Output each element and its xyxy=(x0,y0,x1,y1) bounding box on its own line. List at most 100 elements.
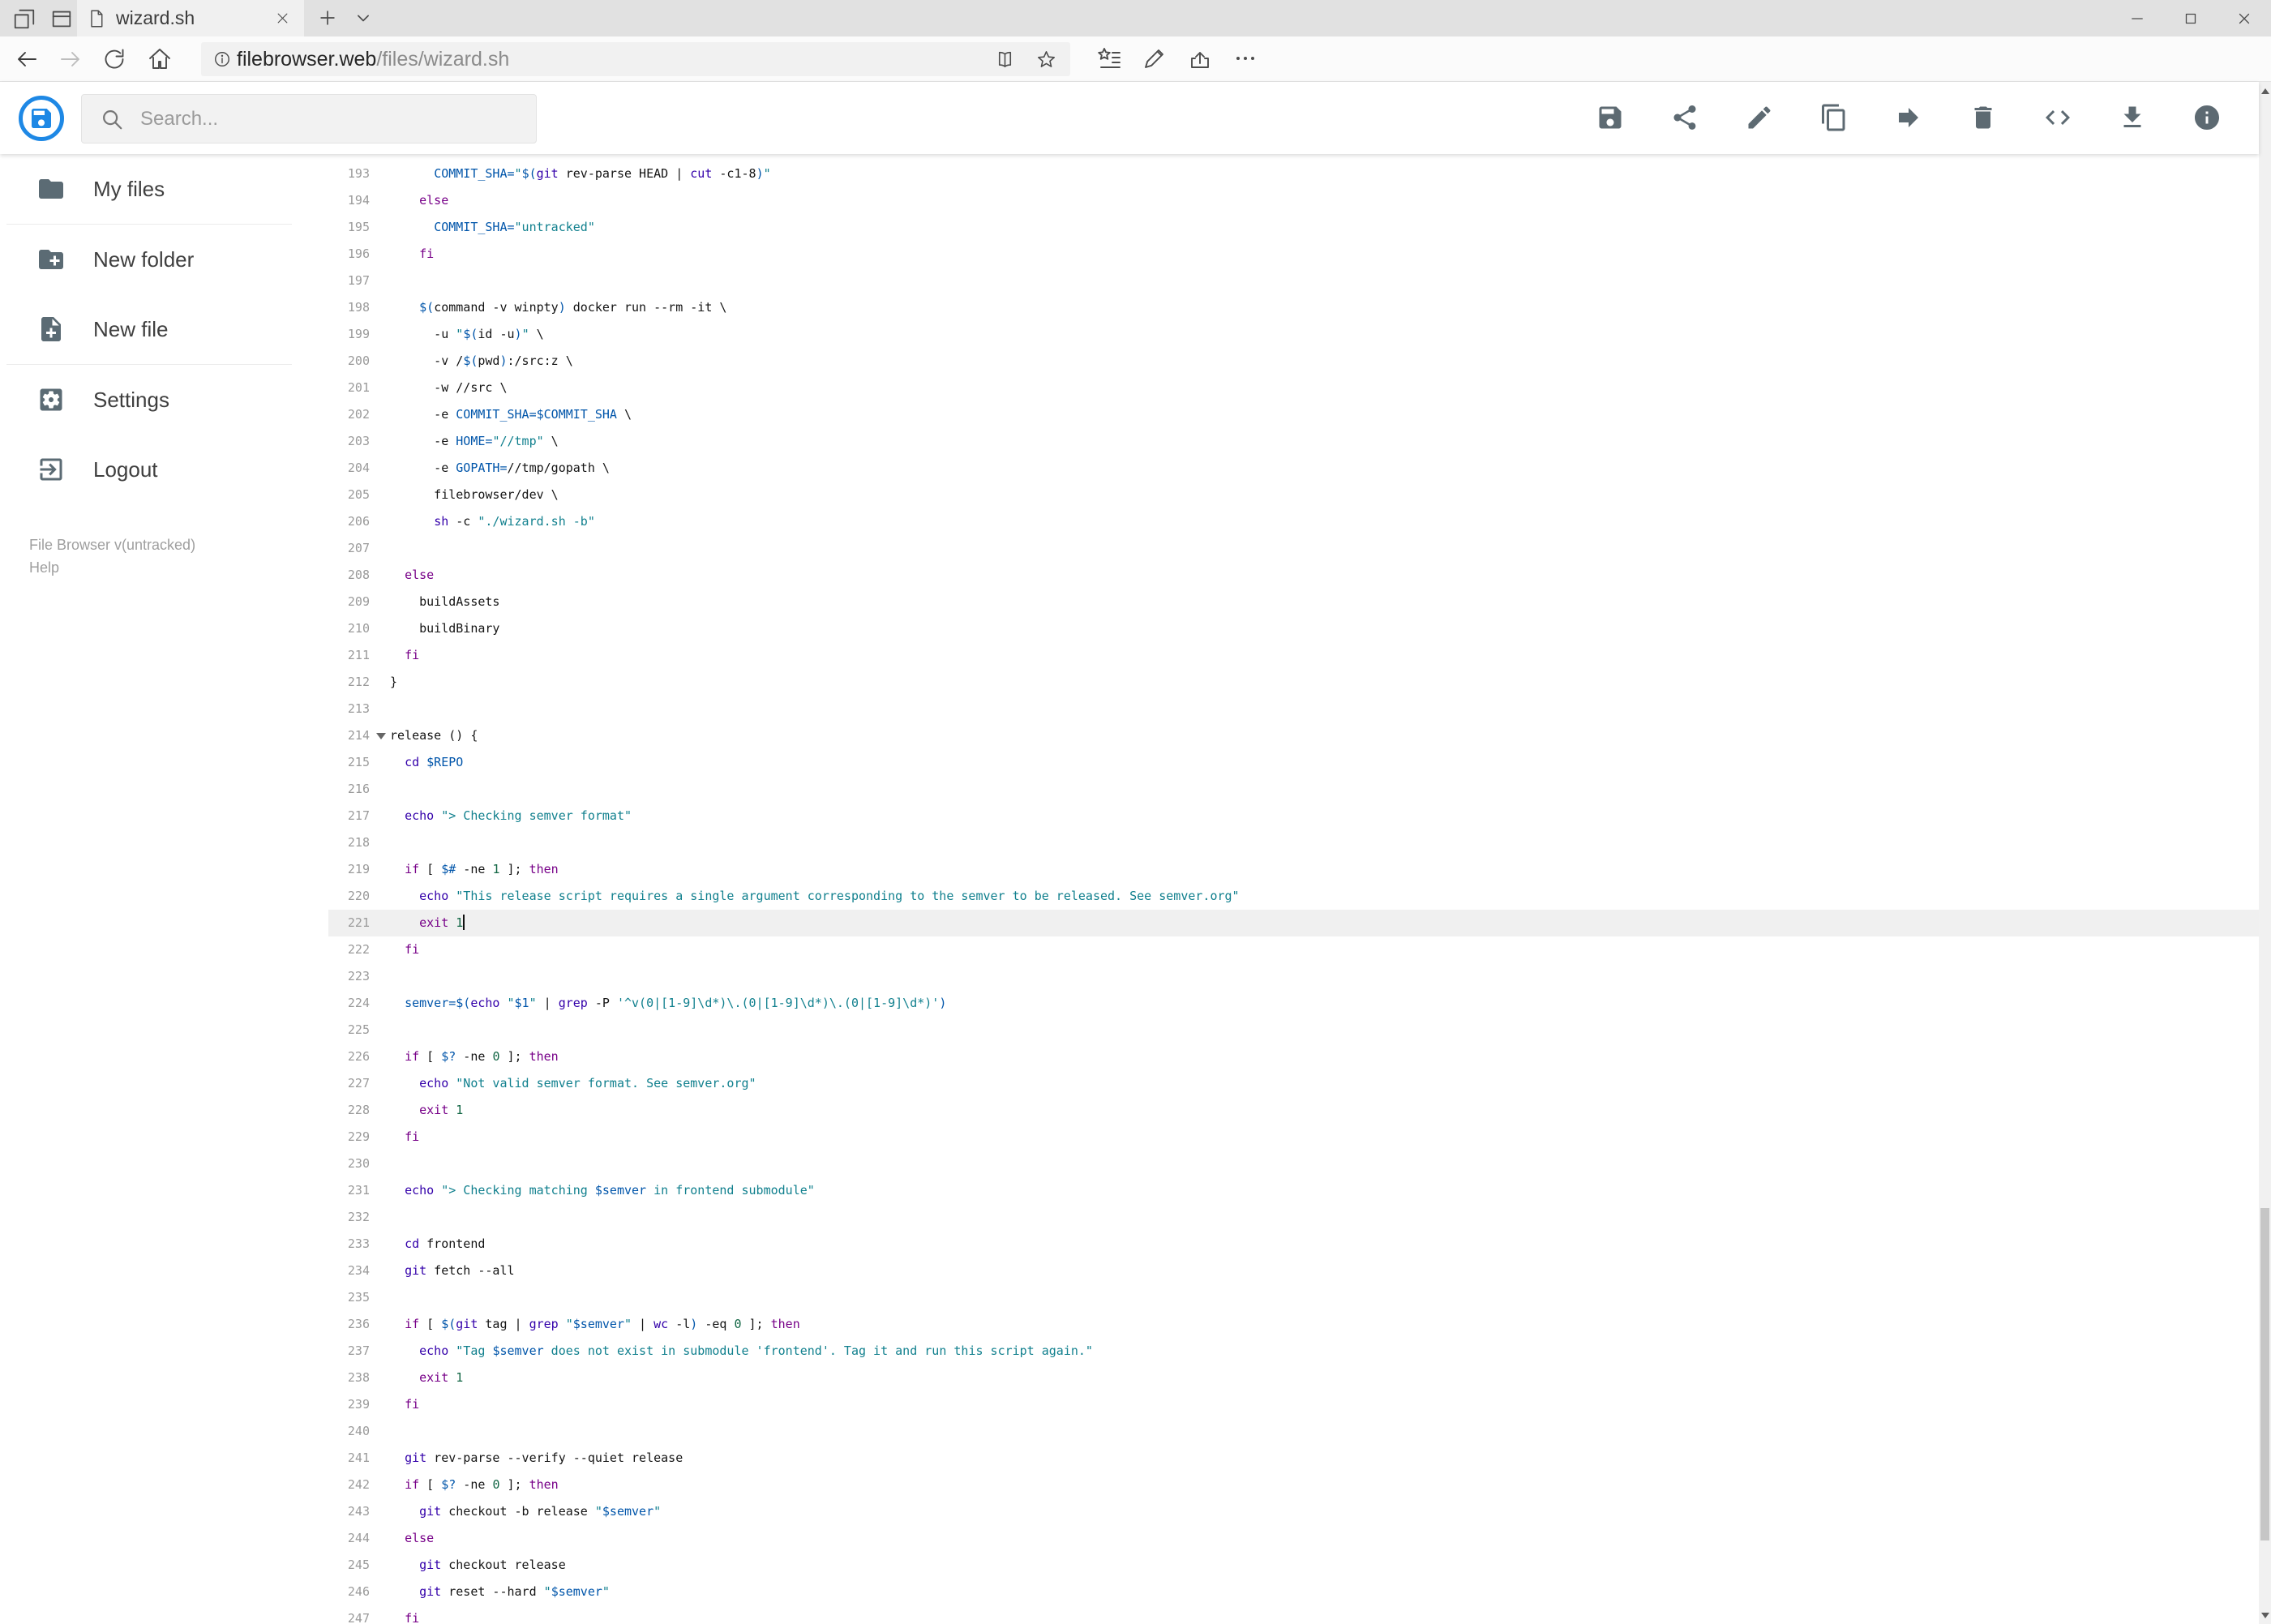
code-line[interactable]: 215 cd $REPO xyxy=(328,749,2259,776)
code-line[interactable]: 230 xyxy=(328,1151,2259,1177)
sidebar-item-my-files[interactable]: My files xyxy=(0,154,328,224)
sidebar-item-new-folder[interactable]: New folder xyxy=(0,225,328,294)
code-line[interactable]: 247 fi xyxy=(328,1605,2259,1624)
code-line[interactable]: 212} xyxy=(328,669,2259,696)
code-line[interactable]: 234 git fetch --all xyxy=(328,1258,2259,1284)
code-line[interactable]: 213 xyxy=(328,696,2259,722)
code-line[interactable]: 197 xyxy=(328,268,2259,294)
scrollbar-thumb[interactable] xyxy=(2260,1208,2269,1540)
code-line[interactable]: 208 else xyxy=(328,562,2259,589)
code-line[interactable]: 225 xyxy=(328,1017,2259,1043)
code-line[interactable]: 245 git checkout release xyxy=(328,1552,2259,1579)
filebrowser-logo[interactable] xyxy=(19,96,64,141)
forward-button[interactable] xyxy=(57,45,84,73)
minimize-button[interactable] xyxy=(2110,0,2164,36)
code-line[interactable]: 236 if [ $(git tag | grep "$semver" | wc… xyxy=(328,1311,2259,1338)
code-line[interactable]: 240 xyxy=(328,1418,2259,1445)
code-line[interactable]: 192 if [ -d ".git" ]; then xyxy=(328,154,2259,161)
code-line[interactable]: 211 fi xyxy=(328,642,2259,669)
move-button[interactable] xyxy=(1891,100,1926,135)
reading-view-icon[interactable] xyxy=(994,49,1016,71)
fold-arrow-icon[interactable] xyxy=(376,733,386,739)
code-line[interactable]: 228 exit 1 xyxy=(328,1097,2259,1124)
favorite-star-icon[interactable] xyxy=(1035,49,1057,71)
code-line[interactable]: 238 exit 1 xyxy=(328,1365,2259,1391)
code-line[interactable]: 239 fi xyxy=(328,1391,2259,1418)
tabs-set-aside-button[interactable] xyxy=(11,6,37,32)
help-link[interactable]: Help xyxy=(29,556,195,579)
code-line[interactable]: 231 echo "> Checking matching $semver in… xyxy=(328,1177,2259,1204)
code-line[interactable]: 203 -e HOME="//tmp" \ xyxy=(328,428,2259,455)
more-icon[interactable] xyxy=(1232,45,1258,71)
copy-button[interactable] xyxy=(1816,100,1852,135)
home-button[interactable] xyxy=(146,45,174,73)
back-button[interactable] xyxy=(13,45,41,73)
code-line[interactable]: 206 sh -c "./wizard.sh -b" xyxy=(328,508,2259,535)
share-button[interactable] xyxy=(1667,100,1703,135)
code-line[interactable]: 219 if [ $# -ne 1 ]; then xyxy=(328,856,2259,883)
download-button[interactable] xyxy=(2115,100,2150,135)
code-line[interactable]: 205 filebrowser/dev \ xyxy=(328,482,2259,508)
tab-preview-toggle-button[interactable] xyxy=(350,5,376,31)
maximize-button[interactable] xyxy=(2164,0,2217,36)
code-line[interactable]: 241 git rev-parse --verify --quiet relea… xyxy=(328,1445,2259,1472)
code-line[interactable]: 232 xyxy=(328,1204,2259,1231)
search-bar[interactable] xyxy=(81,94,537,144)
sidebar-item-new-file[interactable]: New file xyxy=(0,294,328,364)
code-view-button[interactable] xyxy=(2040,100,2076,135)
code-line[interactable]: 224 semver=$(echo "$1" | grep -P '^v(0|[… xyxy=(328,990,2259,1017)
vertical-scrollbar[interactable] xyxy=(2259,82,2271,1624)
code-line[interactable]: 194 else xyxy=(328,187,2259,214)
code-line[interactable]: 217 echo "> Checking semver format" xyxy=(328,803,2259,829)
code-line[interactable]: 214 release () { xyxy=(328,722,2259,749)
browser-tab[interactable]: wizard.sh xyxy=(77,0,304,36)
code-line[interactable]: 218 xyxy=(328,829,2259,856)
code-line[interactable]: 195 COMMIT_SHA="untracked" xyxy=(328,214,2259,241)
save-button[interactable] xyxy=(1592,100,1628,135)
code-editor[interactable]: 192 if [ -d ".git" ]; then193 COMMIT_SHA… xyxy=(328,154,2259,1624)
code-line[interactable]: 210 buildBinary xyxy=(328,615,2259,642)
web-note-icon[interactable] xyxy=(1142,45,1168,71)
code-line[interactable]: 222 fi xyxy=(328,936,2259,963)
code-line[interactable]: 199 -u "$(id -u)" \ xyxy=(328,321,2259,348)
search-input[interactable] xyxy=(139,106,515,131)
share-icon[interactable] xyxy=(1187,45,1213,71)
code-line[interactable]: 220 echo "This release script requires a… xyxy=(328,883,2259,910)
code-line[interactable]: 200 -v /$(pwd):/src:z \ xyxy=(328,348,2259,375)
code-line[interactable]: 246 git reset --hard "$semver" xyxy=(328,1579,2259,1605)
code-line[interactable]: 243 git checkout -b release "$semver" xyxy=(328,1498,2259,1525)
code-line[interactable]: 204 -e GOPATH=//tmp/gopath \ xyxy=(328,455,2259,482)
sidebar-item-settings[interactable]: Settings xyxy=(0,365,328,435)
code-line[interactable]: 193 COMMIT_SHA="$(git rev-parse HEAD | c… xyxy=(328,161,2259,187)
address-bar[interactable]: filebrowser.web/files/wizard.sh xyxy=(201,42,1070,76)
hub-icon[interactable] xyxy=(1096,45,1122,71)
code-line[interactable]: 227 echo "Not valid semver format. See s… xyxy=(328,1070,2259,1097)
scroll-up-arrow-icon[interactable] xyxy=(2259,84,2271,98)
tab-close-button[interactable] xyxy=(270,6,294,31)
scroll-down-arrow-icon[interactable] xyxy=(2259,1608,2271,1622)
code-line[interactable]: 221 exit 1 xyxy=(328,910,2259,936)
code-line[interactable]: 202 -e COMMIT_SHA=$COMMIT_SHA \ xyxy=(328,401,2259,428)
code-line[interactable]: 201 -w //src \ xyxy=(328,375,2259,401)
code-line[interactable]: 207 xyxy=(328,535,2259,562)
tab-preview-button[interactable] xyxy=(49,6,75,32)
code-line[interactable]: 235 xyxy=(328,1284,2259,1311)
sidebar-item-logout[interactable]: Logout xyxy=(0,435,328,504)
new-tab-button[interactable] xyxy=(315,5,341,31)
code-line[interactable]: 209 buildAssets xyxy=(328,589,2259,615)
rename-button[interactable] xyxy=(1742,100,1777,135)
code-line[interactable]: 233 cd frontend xyxy=(328,1231,2259,1258)
code-line[interactable]: 223 xyxy=(328,963,2259,990)
refresh-button[interactable] xyxy=(101,45,128,73)
code-line[interactable]: 242 if [ $? -ne 0 ]; then xyxy=(328,1472,2259,1498)
info-button[interactable] xyxy=(2189,100,2225,135)
code-line[interactable]: 226 if [ $? -ne 0 ]; then xyxy=(328,1043,2259,1070)
site-info-icon[interactable] xyxy=(212,49,232,69)
code-line[interactable]: 196 fi xyxy=(328,241,2259,268)
code-line[interactable]: 237 echo "Tag $semver does not exist in … xyxy=(328,1338,2259,1365)
code-line[interactable]: 216 xyxy=(328,776,2259,803)
code-line[interactable]: 229 fi xyxy=(328,1124,2259,1151)
code-line[interactable]: 244 else xyxy=(328,1525,2259,1552)
delete-button[interactable] xyxy=(1965,100,2001,135)
code-line[interactable]: 198 $(command -v winpty) docker run --rm… xyxy=(328,294,2259,321)
